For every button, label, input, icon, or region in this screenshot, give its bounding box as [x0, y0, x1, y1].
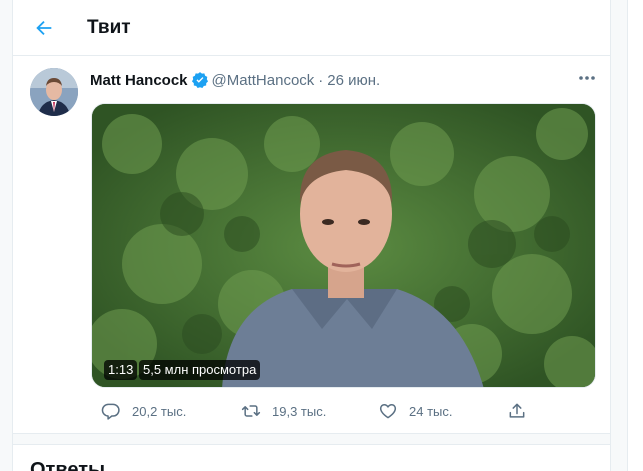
tweet-date[interactable]: 26 июн. — [327, 72, 380, 89]
author-handle[interactable]: @MattHancock — [212, 72, 315, 89]
retweet-button[interactable]: 19,3 тыс. — [241, 400, 326, 422]
retweet-count: 19,3 тыс. — [272, 403, 327, 419]
video-views: 5,5 млн просмотра — [139, 360, 261, 380]
tweet-author-row: Matt Hancock @MattHancock · 26 июн. — [90, 70, 380, 90]
avatar[interactable] — [30, 68, 78, 116]
separator-dot: · — [318, 71, 324, 89]
avatar-image — [30, 68, 78, 116]
reply-icon — [101, 403, 120, 420]
share-icon — [509, 403, 525, 418]
heart-icon — [379, 404, 397, 419]
main-column: Твит Matt Hancock @MattHancock · 26 июн. — [12, 0, 611, 471]
like-button[interactable]: 24 тыс. — [378, 400, 452, 422]
reply-count: 20,2 тыс. — [132, 403, 187, 419]
retweet-icon — [241, 405, 261, 417]
video-duration: 1:13 — [104, 360, 138, 380]
replies-heading: Ответы — [30, 459, 106, 471]
tweet-actions: 20,2 тыс. 19,3 тыс. 24 тыс. — [91, 400, 525, 422]
back-button[interactable] — [25, 9, 63, 47]
share-button[interactable] — [507, 400, 538, 422]
video-frame — [92, 104, 595, 387]
arrow-left-icon — [36, 20, 52, 35]
more-button[interactable] — [573, 66, 601, 90]
section-divider — [13, 433, 610, 445]
page-title: Твит — [87, 16, 131, 38]
page: Твит Matt Hancock @MattHancock · 26 июн. — [0, 0, 643, 471]
like-count: 24 тыс. — [409, 403, 453, 419]
tweet-video[interactable]: 1:13 5,5 млн просмотра — [91, 103, 596, 388]
header: Твит — [13, 0, 610, 56]
reply-button[interactable]: 20,2 тыс. — [101, 400, 186, 422]
more-horizontal-icon — [579, 76, 595, 80]
author-name[interactable]: Matt Hancock — [90, 72, 188, 89]
verified-badge-icon — [191, 72, 208, 89]
right-sidebar-edge — [627, 0, 643, 471]
